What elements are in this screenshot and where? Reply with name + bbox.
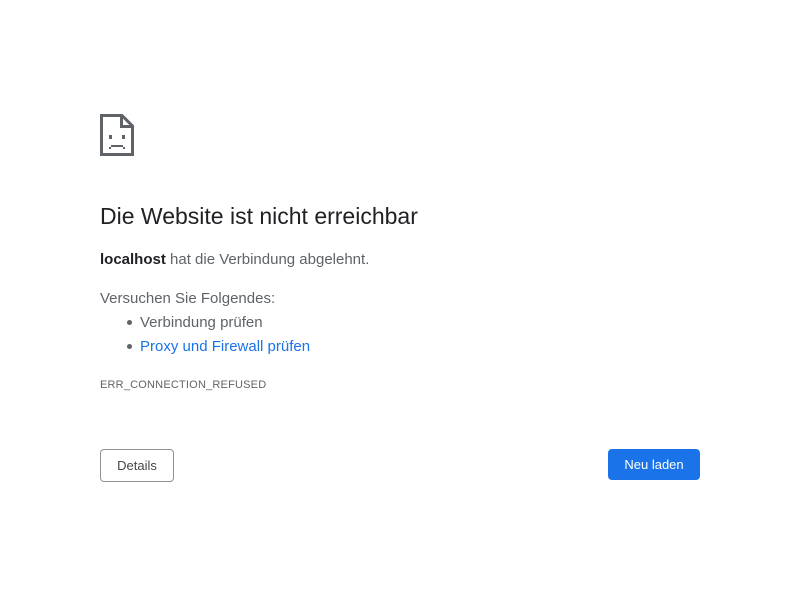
reload-button[interactable]: Neu laden [608,449,700,480]
suggestion-check-connection: Verbindung prüfen [140,314,263,331]
sad-document-icon [100,114,134,156]
bullet-icon [127,344,132,349]
error-message-text: hat die Verbindung abgelehnt. [165,251,370,268]
error-code: ERR_CONNECTION_REFUSED [100,379,267,391]
suggestion-item: Verbindung prüfen [100,314,310,338]
suggestions-heading: Versuchen Sie Folgendes: [100,290,276,307]
error-message: localhost hat die Verbindung abgelehnt. [100,251,369,268]
page-title: Die Website ist nicht erreichbar [100,203,418,229]
details-button[interactable]: Details [100,449,174,482]
suggestion-item: Proxy und Firewall prüfen [100,338,310,362]
suggestions-list: Verbindung prüfen Proxy und Firewall prü… [100,314,310,362]
host-name: localhost [100,251,166,268]
bullet-icon [127,320,132,325]
proxy-firewall-link[interactable]: Proxy und Firewall prüfen [140,338,310,355]
error-page: Die Website ist nicht erreichbar localho… [0,0,800,600]
